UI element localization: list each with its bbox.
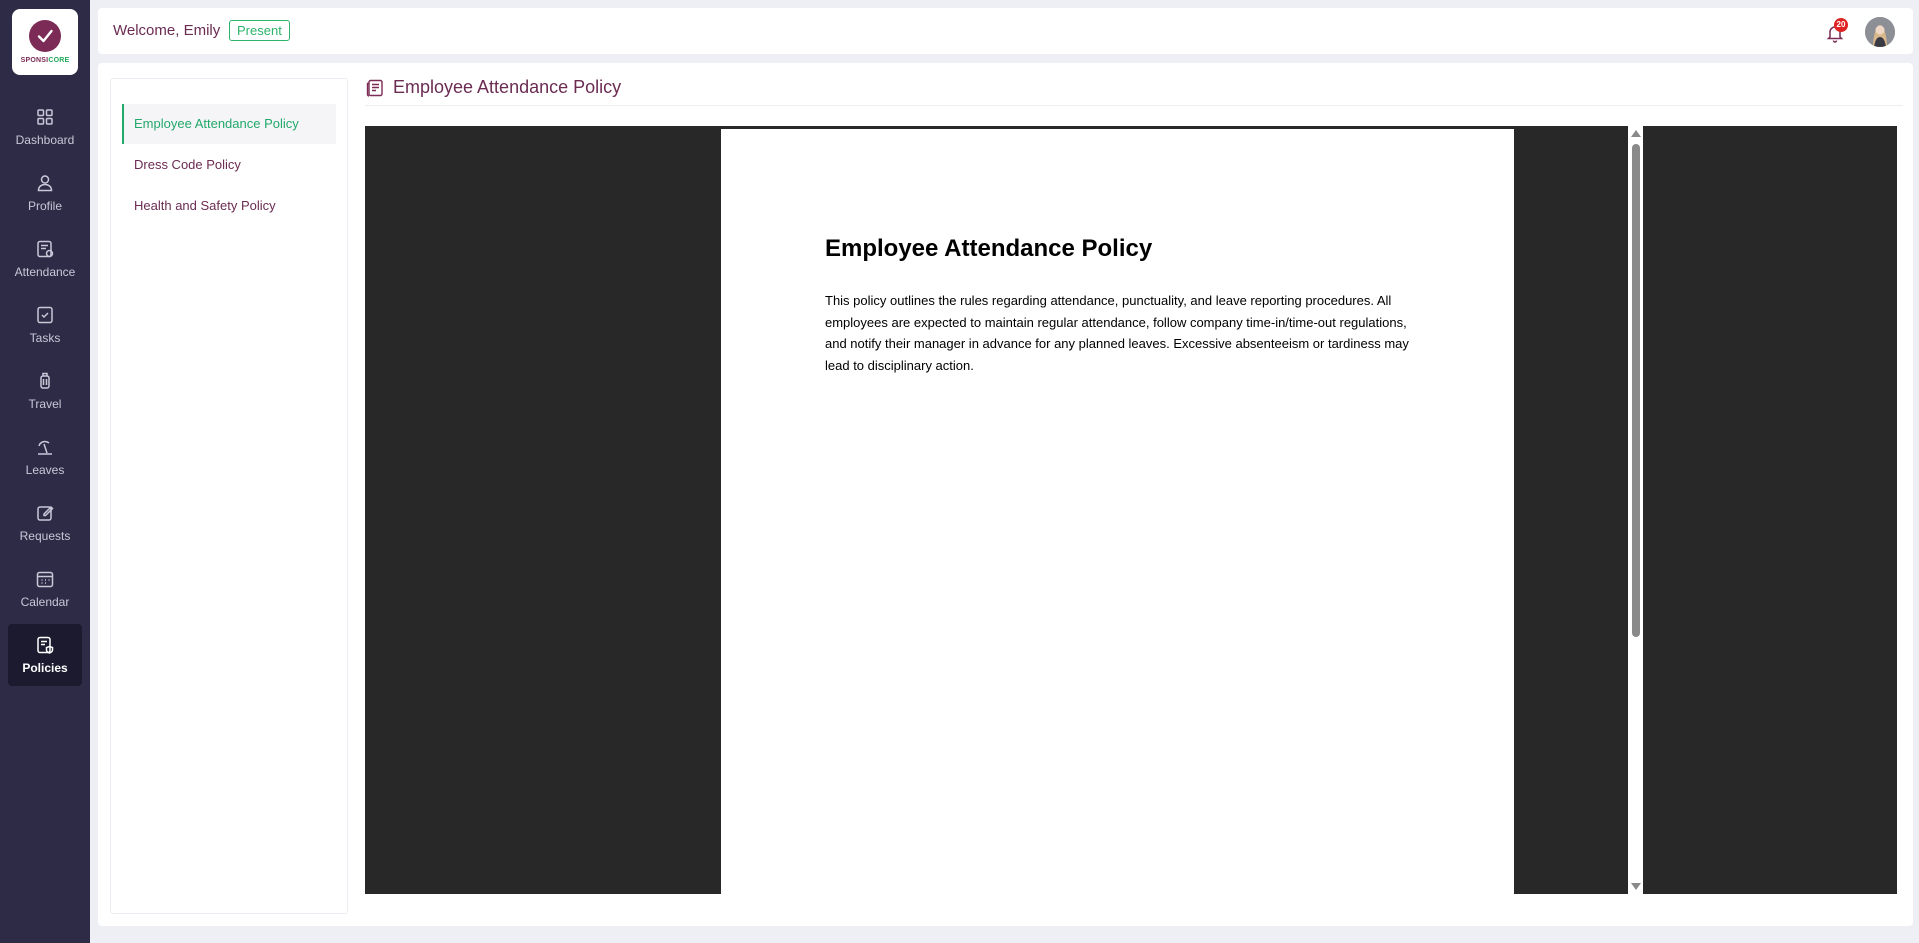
check-logo-icon [29,20,61,52]
document-title: Employee Attendance Policy [365,77,621,98]
top-header: Welcome, Emily Present 20 [98,8,1913,54]
sidebar-item-label: Calendar [20,595,70,609]
sidebar: SPONSICORE Dashboard Profile Attendance … [0,0,90,943]
document-title-text: Employee Attendance Policy [393,77,622,97]
sidebar-item-tasks[interactable]: Tasks [8,294,82,356]
sidebar-item-label: Attendance [14,265,76,279]
title-divider [365,105,1903,106]
policy-list: Employee Attendance Policy Dress Code Po… [110,78,348,914]
scroll-thumb[interactable] [1632,144,1640,637]
tasks-icon [37,306,53,324]
attendance-icon [37,240,54,258]
sidebar-item-label: Profile [27,199,62,213]
document-icon [366,79,383,97]
status-badge: Present [229,20,290,41]
sidebar-item-label: Requests [19,529,71,543]
notification-count-badge: 20 [1834,18,1848,32]
sidebar-item-leaves[interactable]: Leaves [8,426,82,488]
sidebar-item-attendance[interactable]: Attendance [8,228,82,290]
policy-item-dress-code[interactable]: Dress Code Policy [122,145,336,185]
grid-icon [37,109,53,125]
sidebar-item-label: Travel [28,397,62,411]
sidebar-item-calendar[interactable]: Calendar [8,558,82,620]
policy-item-health-safety[interactable]: Health and Safety Policy [122,186,336,226]
policy-icon [37,636,54,654]
user-avatar-icon [1865,17,1895,47]
sidebar-item-requests[interactable]: Requests [8,492,82,554]
welcome-text: Welcome, Emily [113,22,221,39]
sidebar-item-policies[interactable]: Policies [8,624,82,686]
pdf-viewer[interactable]: Employee Attendance Policy This policy o… [365,126,1897,894]
user-icon [37,175,53,192]
sidebar-item-label: Policies [22,661,68,675]
calendar-icon [36,571,54,588]
scroll-up-arrow-icon[interactable] [1631,130,1641,137]
pdf-page-body: This policy outlines the rules regarding… [825,293,1409,373]
edit-icon [37,505,54,521]
logo[interactable]: SPONSICORE [12,9,78,75]
beach-icon [38,440,52,455]
avatar[interactable] [1865,17,1895,47]
luggage-icon [40,372,50,389]
sidebar-item-label: Leaves [25,463,65,477]
pdf-scrollbar[interactable] [1628,126,1643,894]
scroll-down-arrow-icon[interactable] [1631,883,1641,890]
notifications-button[interactable]: 20 [1824,18,1848,44]
sidebar-item-label: Tasks [29,331,61,345]
logo-text: SPONSICORE [20,57,70,64]
main-panel: Employee Attendance Policy Dress Code Po… [98,63,1913,926]
sidebar-item-profile[interactable]: Profile [8,162,82,224]
pdf-page: Employee Attendance Policy This policy o… [721,129,1514,894]
sidebar-item-dashboard[interactable]: Dashboard [8,96,82,158]
pdf-page-heading: Employee Attendance Policy [825,235,1153,262]
policy-item-employee-attendance[interactable]: Employee Attendance Policy [122,104,336,144]
sidebar-item-travel[interactable]: Travel [8,360,82,422]
sidebar-item-label: Dashboard [15,133,75,147]
